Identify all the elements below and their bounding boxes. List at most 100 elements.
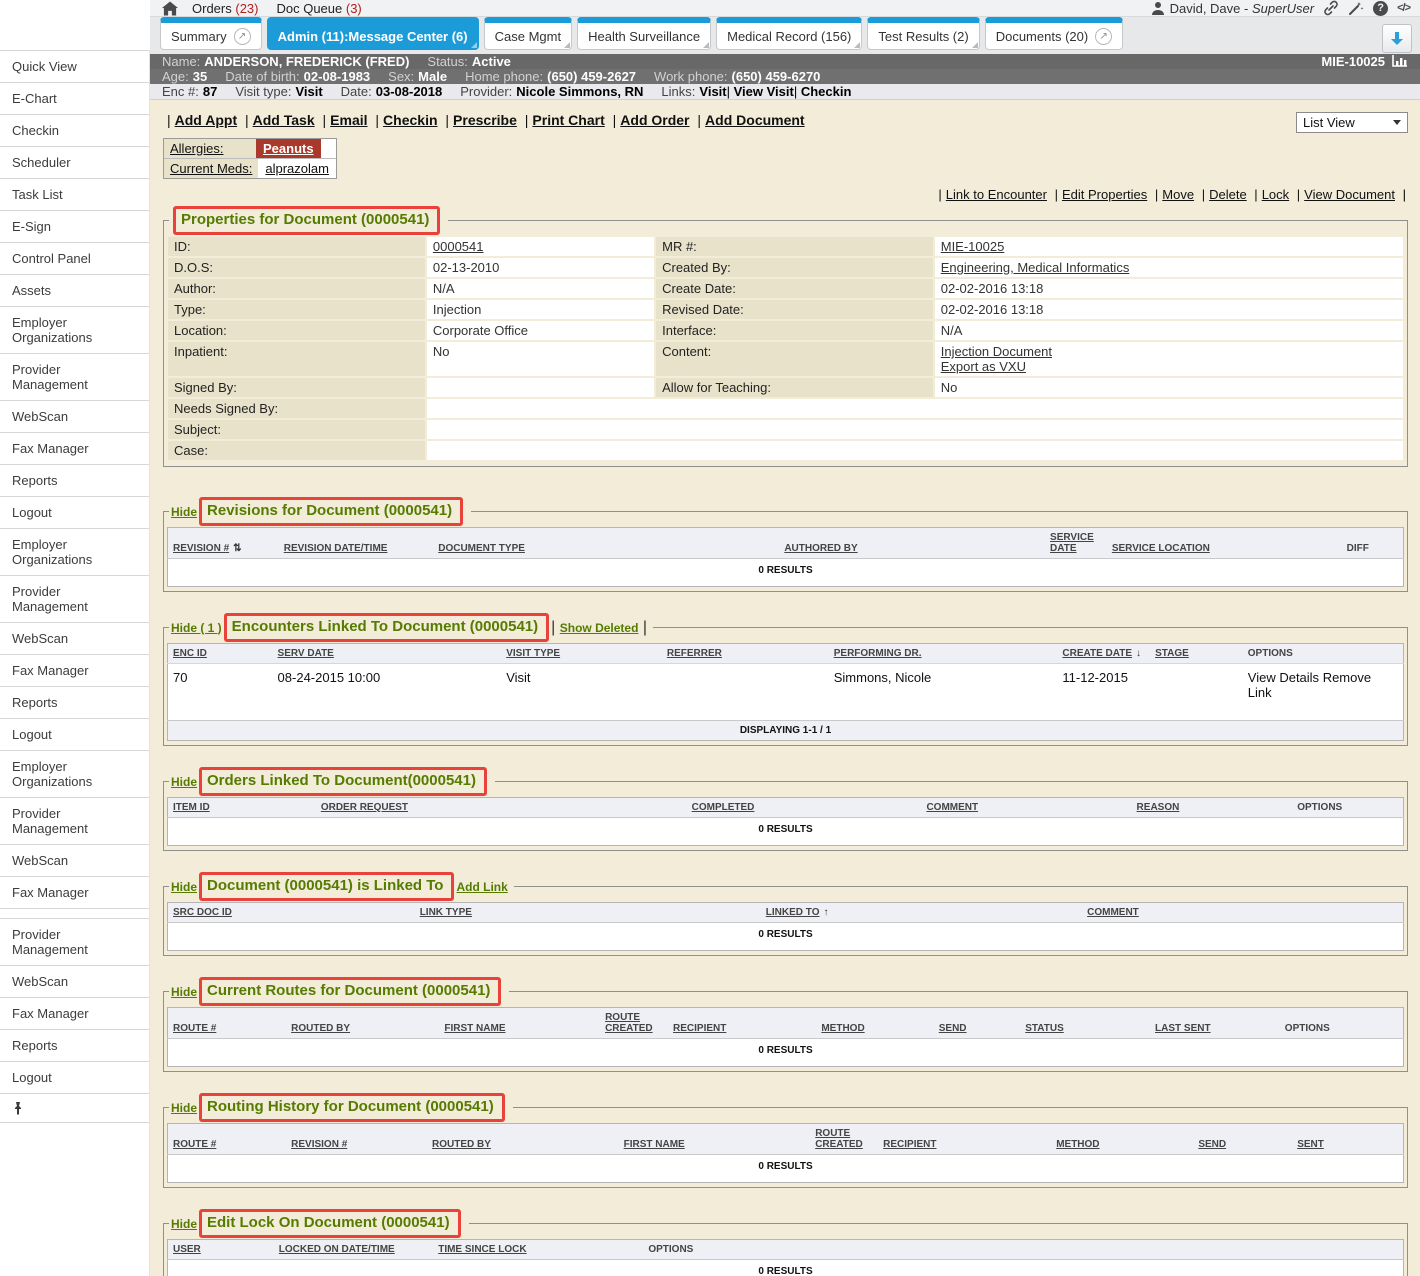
med-value-alprazolam[interactable]: alprazolam bbox=[265, 161, 329, 176]
sidebar-item[interactable] bbox=[0, 908, 149, 918]
sidebar-item[interactable]: Provider Management bbox=[0, 575, 149, 622]
email-link[interactable]: Email bbox=[319, 112, 368, 128]
view-details-link[interactable]: View Details bbox=[1248, 670, 1319, 685]
add-document-link[interactable]: Add Document bbox=[693, 112, 804, 128]
tab-health-surveillance[interactable]: Health Surveillance bbox=[577, 17, 711, 50]
delete-action[interactable]: Delete bbox=[1198, 187, 1247, 202]
tab-summary[interactable]: Summary ↗ bbox=[160, 17, 262, 50]
encounter-link-visit[interactable]: Visit bbox=[699, 84, 726, 99]
collapse-header-button[interactable] bbox=[1382, 24, 1412, 53]
popout-icon[interactable]: ↗ bbox=[234, 28, 251, 45]
col-linked-to[interactable]: LINKED TO↑ bbox=[761, 903, 1082, 923]
user-menu[interactable]: David, Dave - SuperUser bbox=[1151, 1, 1315, 16]
mr-number-link[interactable]: MIE-10025 bbox=[941, 239, 1005, 254]
sidebar-item[interactable]: Logout bbox=[0, 718, 149, 750]
col-revision-number[interactable]: REVISION #⇅ bbox=[168, 528, 279, 559]
col-route-created[interactable]: ROUTE CREATED bbox=[600, 1008, 668, 1039]
col-send[interactable]: SEND bbox=[934, 1008, 1021, 1039]
sidebar-item-assets[interactable]: Assets bbox=[0, 274, 149, 306]
sidebar-item[interactable]: WebScan bbox=[0, 844, 149, 876]
hide-encounters-link[interactable]: Hide ( 1 ) bbox=[171, 621, 222, 635]
col-document-type[interactable]: DOCUMENT TYPE bbox=[433, 528, 779, 559]
tab-test-results[interactable]: Test Results (2) bbox=[867, 17, 979, 50]
col-sent[interactable]: SENT bbox=[1292, 1124, 1403, 1155]
col-reason[interactable]: REASON bbox=[1132, 798, 1293, 818]
col-time-since-lock[interactable]: TIME SINCE LOCK bbox=[433, 1240, 643, 1260]
col-order-request[interactable]: ORDER REQUEST bbox=[316, 798, 687, 818]
col-referrer[interactable]: REFERRER bbox=[662, 644, 829, 664]
sidebar-item-reports[interactable]: Reports bbox=[0, 464, 149, 496]
encounter-link-view-visit[interactable]: View Visit bbox=[727, 84, 794, 99]
col-route-created[interactable]: ROUTE CREATED bbox=[810, 1124, 878, 1155]
hide-lock-link[interactable]: Hide bbox=[171, 1217, 197, 1231]
prescribe-link[interactable]: Prescribe bbox=[441, 112, 516, 128]
col-service-location[interactable]: SERVICE LOCATION bbox=[1107, 528, 1342, 559]
col-send[interactable]: SEND bbox=[1193, 1124, 1292, 1155]
col-first-name[interactable]: FIRST NAME bbox=[439, 1008, 600, 1039]
popout-icon[interactable]: ↗ bbox=[1095, 28, 1112, 45]
sidebar-item[interactable]: Fax Manager bbox=[0, 654, 149, 686]
sidebar-item[interactable]: Employer Organizations bbox=[0, 750, 149, 797]
hide-revisions-link[interactable]: Hide bbox=[171, 505, 197, 519]
sidebar-item-task-list[interactable]: Task List bbox=[0, 178, 149, 210]
tab-admin-message-center[interactable]: Admin (11):Message Center (6) bbox=[267, 17, 479, 50]
sidebar-item[interactable]: Provider Management bbox=[0, 797, 149, 844]
code-icon[interactable]: </> bbox=[1397, 2, 1410, 14]
col-link-type[interactable]: LINK TYPE bbox=[415, 903, 761, 923]
col-comment[interactable]: COMMENT bbox=[921, 798, 1131, 818]
col-routed-by[interactable]: ROUTED BY bbox=[427, 1124, 619, 1155]
sort-up-icon[interactable]: ↑ bbox=[823, 907, 828, 918]
sidebar-item[interactable]: Fax Manager bbox=[0, 876, 149, 908]
sidebar-item-control-panel[interactable]: Control Panel bbox=[0, 242, 149, 274]
tab-medical-record[interactable]: Medical Record (156) bbox=[716, 17, 862, 50]
col-status[interactable]: STATUS bbox=[1020, 1008, 1150, 1039]
print-chart-link[interactable]: Print Chart bbox=[521, 112, 605, 128]
view-mode-select[interactable]: List View bbox=[1296, 112, 1408, 133]
col-completed[interactable]: COMPLETED bbox=[687, 798, 922, 818]
col-revision-number[interactable]: REVISION # bbox=[286, 1124, 427, 1155]
sidebar-item[interactable]: Provider Management bbox=[0, 918, 149, 965]
col-item-id[interactable]: ITEM ID bbox=[168, 798, 316, 818]
sidebar-item[interactable]: Employer Organizations bbox=[0, 528, 149, 575]
col-method[interactable]: METHOD bbox=[816, 1008, 933, 1039]
col-revision-datetime[interactable]: REVISION DATE/TIME bbox=[279, 528, 434, 559]
add-task-link[interactable]: Add Task bbox=[241, 112, 315, 128]
wand-icon[interactable] bbox=[1348, 0, 1364, 16]
sidebar-item-employer-organizations[interactable]: Employer Organizations bbox=[0, 306, 149, 353]
sidebar-item[interactable]: Reports bbox=[0, 1029, 149, 1061]
col-stage[interactable]: STAGE bbox=[1150, 644, 1243, 664]
col-recipient[interactable]: RECIPIENT bbox=[668, 1008, 816, 1039]
col-user[interactable]: USER bbox=[168, 1240, 274, 1260]
add-order-link[interactable]: Add Order bbox=[609, 112, 690, 128]
sidebar-item-provider-management[interactable]: Provider Management bbox=[0, 353, 149, 400]
sidebar-item[interactable]: WebScan bbox=[0, 622, 149, 654]
content-export-vxu-link[interactable]: Export as VXU bbox=[941, 359, 1397, 374]
sidebar-item-scheduler[interactable]: Scheduler bbox=[0, 146, 149, 178]
col-first-name[interactable]: FIRST NAME bbox=[619, 1124, 811, 1155]
tab-case-mgmt[interactable]: Case Mgmt bbox=[484, 17, 572, 50]
content-injection-document-link[interactable]: Injection Document bbox=[941, 344, 1397, 359]
col-service-date[interactable]: SERVICE DATE bbox=[1045, 528, 1107, 559]
sort-down-icon[interactable]: ↓ bbox=[1136, 648, 1141, 659]
col-src-doc-id[interactable]: SRC DOC ID bbox=[168, 903, 415, 923]
sidebar-item[interactable]: Logout bbox=[0, 1061, 149, 1093]
orders-link[interactable]: Orders (23) bbox=[192, 1, 258, 16]
hide-linked-link[interactable]: Hide bbox=[171, 880, 197, 894]
sidebar-pin-toggle[interactable] bbox=[0, 1093, 149, 1123]
hide-routes-link[interactable]: Hide bbox=[171, 985, 197, 999]
sidebar-item-e-sign[interactable]: E-Sign bbox=[0, 210, 149, 242]
sidebar-item-checkin[interactable]: Checkin bbox=[0, 114, 149, 146]
link-icon[interactable] bbox=[1323, 0, 1339, 16]
sidebar-item-e-chart[interactable]: E-Chart bbox=[0, 82, 149, 114]
sidebar-item-fax-manager[interactable]: Fax Manager bbox=[0, 432, 149, 464]
col-route-number[interactable]: ROUTE # bbox=[168, 1008, 287, 1039]
col-create-date[interactable]: CREATE DATE↓ bbox=[1057, 644, 1150, 664]
home-icon[interactable] bbox=[162, 0, 178, 16]
col-authored-by[interactable]: AUTHORED BY bbox=[779, 528, 1045, 559]
show-deleted-link[interactable]: Show Deleted bbox=[560, 621, 639, 635]
col-recipient[interactable]: RECIPIENT bbox=[878, 1124, 1051, 1155]
allergy-value-peanuts[interactable]: Peanuts bbox=[263, 141, 314, 156]
col-serv-date[interactable]: SERV DATE bbox=[273, 644, 502, 664]
col-method[interactable]: METHOD bbox=[1051, 1124, 1193, 1155]
checkin-link[interactable]: Checkin bbox=[371, 112, 437, 128]
